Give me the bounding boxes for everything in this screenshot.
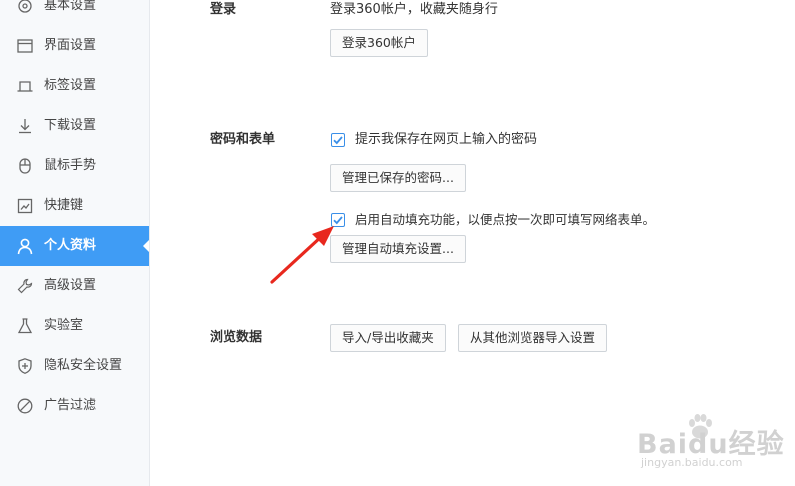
sidebar-item-label: 下载设置 bbox=[44, 118, 97, 133]
save-password-prompt-checkbox[interactable] bbox=[331, 133, 345, 147]
sidebar-item-mouse-gestures[interactable]: 鼠标手势 bbox=[0, 146, 149, 186]
login-description: 登录360帐户，收藏夹随身行 bbox=[330, 2, 498, 17]
sidebar-item-label: 标签设置 bbox=[44, 78, 97, 93]
manage-autofill-settings-button[interactable]: 管理自动填充设置... bbox=[330, 235, 466, 263]
sidebar-item-privacy-security[interactable]: 隐私安全设置 bbox=[0, 346, 149, 386]
sidebar-item-shortcuts[interactable]: 快捷键 bbox=[0, 186, 149, 226]
sidebar-item-label: 广告过滤 bbox=[44, 398, 97, 413]
sidebar-item-download-settings[interactable]: 下载设置 bbox=[0, 106, 149, 146]
baidu-jingyan-watermark: Baidu经验 jingyan.baidu.com bbox=[633, 412, 784, 472]
shortcut-icon bbox=[16, 197, 34, 215]
sidebar-item-label: 个人资料 bbox=[44, 238, 97, 253]
sidebar-item-personal-profile[interactable]: 个人资料 bbox=[0, 226, 149, 266]
passwords-section-title: 密码和表单 bbox=[210, 132, 276, 147]
sidebar-item-label: 快捷键 bbox=[44, 198, 84, 213]
settings-sidebar: 基本设置 界面设置 标签设置 下载设置 鼠标手势 快捷键 个人资料 高级设置 实… bbox=[0, 0, 150, 486]
checkmark-icon bbox=[333, 136, 343, 145]
flask-icon bbox=[16, 317, 34, 335]
download-icon bbox=[16, 117, 34, 135]
sidebar-item-label: 基本设置 bbox=[44, 0, 97, 13]
sidebar-item-label: 隐私安全设置 bbox=[44, 358, 123, 373]
red-arrow-annotation bbox=[270, 226, 334, 284]
window-icon bbox=[16, 37, 34, 55]
sidebar-item-basic-settings[interactable]: 基本设置 bbox=[0, 0, 149, 26]
login-section-title: 登录 bbox=[210, 2, 237, 17]
login-360-account-button[interactable]: 登录360帐户 bbox=[330, 29, 428, 57]
mouse-icon bbox=[16, 157, 34, 175]
sidebar-item-label: 实验室 bbox=[44, 318, 84, 333]
sidebar-item-label: 高级设置 bbox=[44, 278, 97, 293]
shield-icon bbox=[16, 357, 34, 375]
wrench-icon bbox=[16, 277, 34, 295]
gear-icon bbox=[16, 0, 34, 15]
enable-autofill-label: 启用自动填充功能，以便点按一次即可填写网络表单。 bbox=[355, 212, 656, 227]
browsing-data-section-title: 浏览数据 bbox=[210, 330, 263, 345]
manage-saved-passwords-button[interactable]: 管理已保存的密码... bbox=[330, 164, 466, 192]
sidebar-item-label: 界面设置 bbox=[44, 38, 97, 53]
sidebar-item-ad-filter[interactable]: 广告过滤 bbox=[0, 386, 149, 426]
sidebar-item-lab[interactable]: 实验室 bbox=[0, 306, 149, 346]
watermark-url: jingyan.baidu.com bbox=[641, 456, 743, 469]
save-password-prompt-label: 提示我保存在网页上输入的密码 bbox=[355, 132, 538, 147]
sidebar-item-interface-settings[interactable]: 界面设置 bbox=[0, 26, 149, 66]
user-icon bbox=[16, 237, 34, 255]
sidebar-item-label: 鼠标手势 bbox=[44, 158, 97, 173]
import-from-other-browser-button[interactable]: 从其他浏览器导入设置 bbox=[458, 324, 608, 352]
block-icon bbox=[16, 397, 34, 415]
import-export-bookmarks-button[interactable]: 导入/导出收藏夹 bbox=[330, 324, 446, 352]
tab-icon bbox=[16, 77, 34, 95]
sidebar-item-tab-settings[interactable]: 标签设置 bbox=[0, 66, 149, 106]
sidebar-item-advanced-settings[interactable]: 高级设置 bbox=[0, 266, 149, 306]
